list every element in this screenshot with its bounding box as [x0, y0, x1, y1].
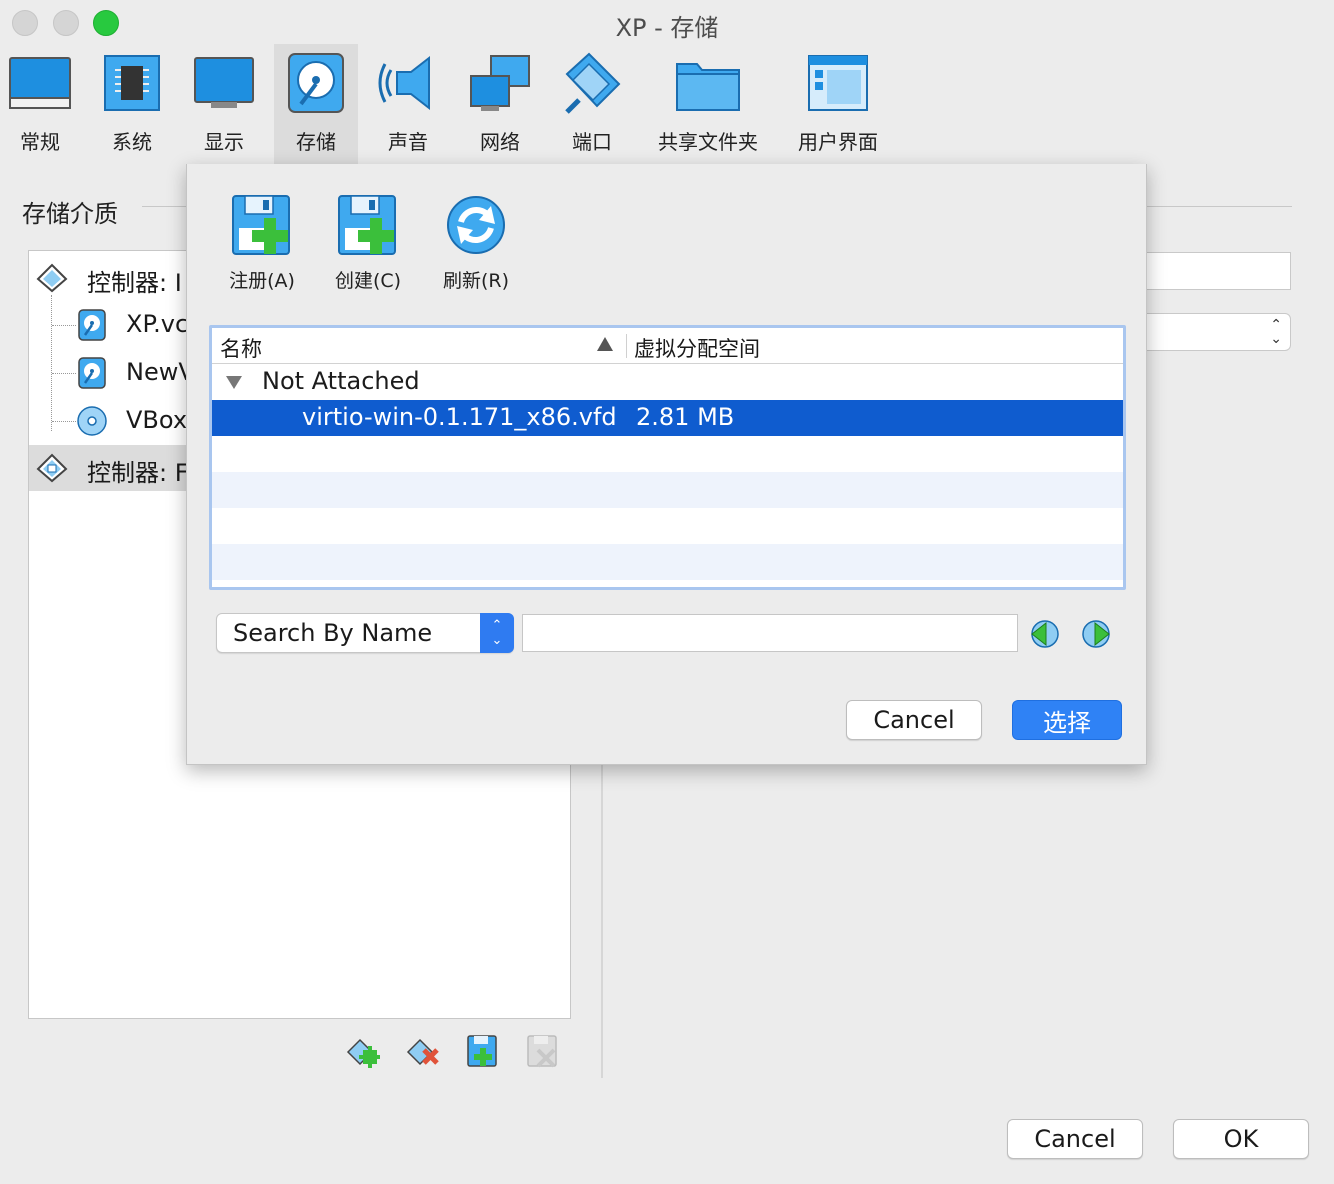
- chevron-updown-icon: ⌃ ⌄: [480, 613, 514, 653]
- settings-toolbar: 常规 系统 显示 存储 声音 网络 端口 共享文件夹 用户界面: [0, 44, 1334, 164]
- tab-general[interactable]: 常规: [4, 44, 76, 164]
- table-header: 名称 虚拟分配空间: [212, 328, 1123, 364]
- network-icon: [470, 55, 530, 111]
- title-bar: XP - 存储: [0, 0, 1334, 44]
- empty-row: [212, 508, 1123, 544]
- storage-icon: [288, 53, 344, 113]
- medium-name: virtio-win-0.1.171_x86.vfd: [302, 403, 617, 431]
- panel-divider: [601, 760, 603, 1078]
- add-controller-icon[interactable]: [346, 1034, 380, 1068]
- register-button[interactable]: 注册(A): [227, 192, 297, 293]
- tab-display[interactable]: 显示: [188, 44, 260, 164]
- empty-row: [212, 544, 1123, 580]
- add-attachment-icon[interactable]: [466, 1034, 500, 1068]
- column-divider[interactable]: [626, 334, 627, 358]
- table-group-row[interactable]: Not Attached: [212, 364, 1123, 400]
- display-icon: [194, 57, 254, 108]
- remove-attachment-icon[interactable]: [526, 1034, 560, 1068]
- hard-disk-icon: [78, 357, 106, 389]
- general-icon: [9, 57, 71, 109]
- empty-row: [212, 472, 1123, 508]
- tab-user-interface[interactable]: 用户界面: [790, 44, 886, 164]
- controller-icon: [36, 263, 68, 293]
- choose-button[interactable]: 选择: [1012, 700, 1122, 740]
- create-button[interactable]: 创建(C): [333, 192, 403, 293]
- search-next-icon[interactable]: [1079, 616, 1115, 652]
- floppy-controller-icon: [36, 453, 68, 483]
- window-title: XP - 存储: [615, 14, 719, 42]
- hard-disk-icon: [78, 309, 106, 341]
- search-mode-select[interactable]: Search By Name ⌃ ⌄: [216, 613, 514, 653]
- tab-system[interactable]: 系统: [96, 44, 168, 164]
- refresh-icon: [447, 196, 505, 254]
- create-disk-icon: [338, 195, 396, 255]
- tab-audio[interactable]: 声音: [372, 44, 444, 164]
- column-header-name[interactable]: 名称: [220, 333, 262, 363]
- refresh-button[interactable]: 刷新(R): [441, 192, 511, 293]
- ok-button[interactable]: OK: [1173, 1119, 1309, 1159]
- ports-icon: [565, 52, 621, 114]
- storage-tree-actions: [346, 1034, 560, 1068]
- remove-controller-icon[interactable]: [406, 1034, 440, 1068]
- sort-ascending-icon: [597, 337, 613, 351]
- tab-ports[interactable]: 端口: [556, 44, 628, 164]
- search-input[interactable]: [522, 614, 1018, 652]
- table-row[interactable]: virtio-win-0.1.171_x86.vfd 2.81 MB: [212, 400, 1123, 436]
- audio-icon: [378, 55, 430, 111]
- section-divider-right: [1140, 206, 1292, 207]
- column-header-virtual-size[interactable]: 虚拟分配空间: [634, 333, 760, 363]
- optical-disc-icon: [77, 406, 107, 436]
- dialog-cancel-button[interactable]: Cancel: [846, 700, 982, 740]
- tab-shared-folders[interactable]: 共享文件夹: [650, 44, 766, 164]
- disclosure-triangle-icon[interactable]: [226, 376, 242, 389]
- chevron-updown-icon: ⌃ ⌄: [1270, 317, 1282, 347]
- empty-row: [212, 436, 1123, 472]
- storage-media-title: 存储介质: [22, 200, 118, 228]
- attribute-select[interactable]: ⌃ ⌄: [1140, 313, 1291, 351]
- attribute-field[interactable]: [1140, 252, 1291, 290]
- tab-network[interactable]: 网络: [464, 44, 536, 164]
- search-previous-icon[interactable]: [1026, 616, 1062, 652]
- add-disk-icon: [232, 195, 290, 255]
- medium-table[interactable]: 名称 虚拟分配空间 Not Attached virtio-win-0.1.17…: [209, 325, 1126, 590]
- medium-size: 2.81 MB: [636, 403, 735, 431]
- user-interface-icon: [808, 55, 868, 111]
- tab-storage[interactable]: 存储: [274, 44, 358, 164]
- system-icon: [104, 55, 160, 111]
- medium-selector-dialog: 注册(A) 创建(C) 刷新(R) 名称 虚拟分配空间 Not Attached…: [186, 164, 1147, 765]
- shared-folder-icon: [676, 63, 740, 111]
- cancel-button[interactable]: Cancel: [1007, 1119, 1143, 1159]
